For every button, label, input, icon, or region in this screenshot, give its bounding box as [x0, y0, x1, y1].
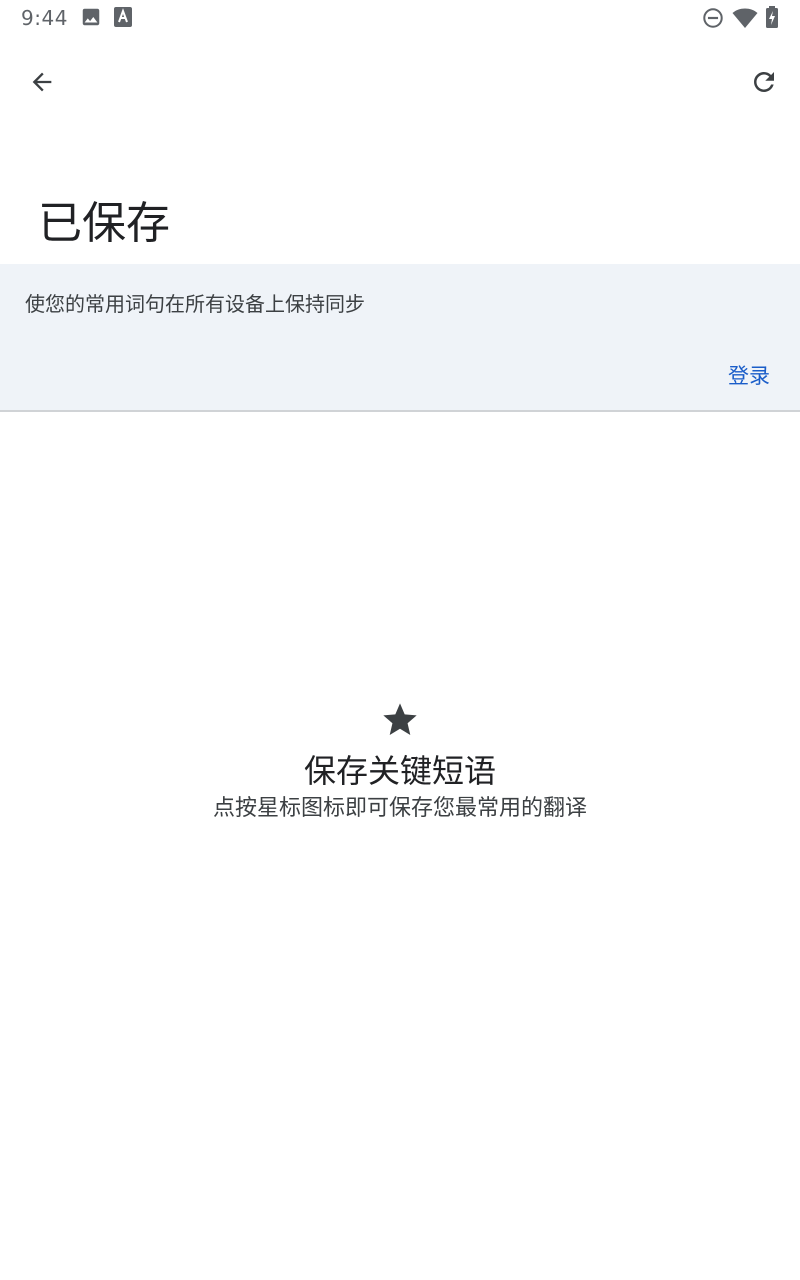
empty-state-description: 点按星标图标即可保存您最常用的翻译: [212, 796, 587, 821]
back-button[interactable]: [18, 60, 66, 108]
status-bar: 9:44: [0, 0, 800, 36]
translate-icon: [113, 6, 133, 32]
do-not-disturb-icon: [702, 7, 724, 33]
page-title: 已保存: [38, 198, 170, 249]
refresh-icon: [749, 67, 779, 101]
arrow-back-icon: [28, 68, 56, 100]
sync-message: 使您的常用词句在所有设备上保持同步: [25, 292, 365, 316]
image-icon: [80, 6, 102, 32]
status-time: 9:44: [21, 6, 68, 30]
empty-state: 保存关键短语 点按星标图标即可保存您最常用的翻译: [0, 700, 800, 826]
sync-card: 使您的常用词句在所有设备上保持同步 登录: [0, 264, 800, 412]
empty-state-title: 保存关键短语: [303, 752, 496, 790]
wifi-icon: [732, 7, 758, 33]
star-icon: [0, 700, 800, 740]
refresh-button[interactable]: [740, 60, 788, 108]
login-button[interactable]: 登录: [728, 362, 770, 390]
battery-charging-icon: [765, 6, 779, 32]
